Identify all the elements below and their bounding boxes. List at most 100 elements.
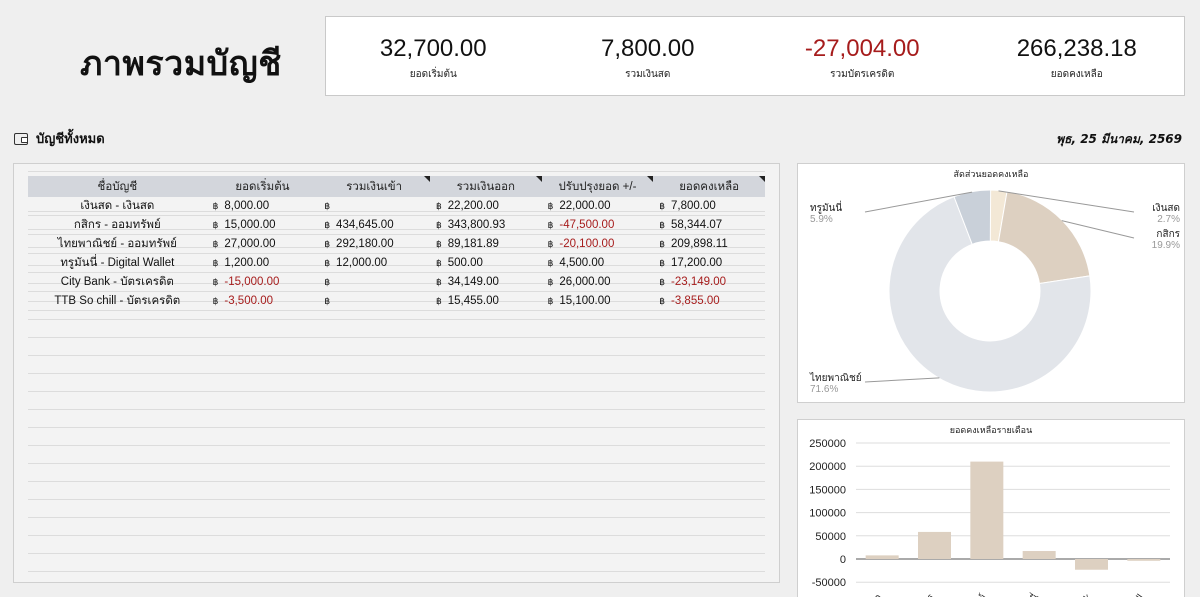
table-row[interactable]: City Bank - บัตรเครดิต ฿ -15,000.00 ฿ ฿ 34,14… — [28, 272, 765, 292]
table-row[interactable]: เงินสด - เงินสด ฿ 8,000.00 ฿ ฿ 22,200.00 ฿ 22,0… — [28, 197, 765, 216]
cell-initial[interactable]: ฿ 8,000.00 — [206, 197, 319, 216]
bar[interactable] — [970, 461, 1004, 559]
currency-symbol: ฿ — [659, 296, 666, 306]
cell-adjustment[interactable]: ฿ 15,100.00 — [541, 291, 654, 311]
cell-value: 26,000.00 — [559, 276, 611, 288]
cell-income[interactable]: ฿ 434,645.00 — [318, 215, 430, 235]
cell-balance[interactable]: ฿ 17,200.00 — [653, 253, 765, 273]
column-header-income[interactable]: รวมเงินเข้า — [318, 176, 430, 197]
cell-adjustment[interactable]: ฿ 26,000.00 — [541, 272, 654, 292]
cell-balance[interactable]: ฿ 7,800.00 — [653, 197, 765, 216]
currency-symbol: ฿ — [659, 201, 666, 211]
cell-account-name[interactable]: ทรูมันนี่ - Digital Wallet — [28, 253, 207, 273]
currency-symbol: ฿ — [659, 258, 666, 268]
cell-expense[interactable]: ฿ 500.00 — [429, 253, 542, 273]
cell-value: 292,180.00 — [336, 238, 394, 250]
cell-initial[interactable]: ฿ -3,500.00 — [206, 291, 319, 311]
currency-symbol: ฿ — [659, 239, 666, 249]
slice-label: ไทยพาณิชย์ — [809, 372, 862, 384]
table-row[interactable]: TTB So chill - บัตรเครดิต ฿ -3,500.00 ฿ ฿ 15,… — [28, 291, 765, 311]
cell-expense[interactable]: ฿ 15,455.00 — [429, 291, 542, 311]
cell-account-name[interactable]: TTB So chill - บัตรเครดิต — [28, 291, 207, 311]
summary-initial-balance: 32,700.00 ยอดเริ่มต้น — [326, 17, 541, 95]
x-tick-label: มันนี่ — [1019, 591, 1042, 597]
cell-initial[interactable]: ฿ -15,000.00 — [206, 272, 319, 292]
cell-adjustment[interactable]: ฿ 4,500.00 — [541, 253, 654, 273]
section-title: บัญชีทั้งหมด — [36, 132, 105, 147]
cell-value: 27,000.00 — [224, 238, 276, 250]
cell-adjustment[interactable]: ฿ 22,000.00 — [541, 197, 654, 216]
cell-value: 434,645.00 — [336, 219, 394, 231]
cell-initial[interactable]: ฿ 1,200.00 — [206, 253, 319, 273]
table-row[interactable]: กสิกร - ออมทรัพย์ ฿ 15,000.00 ฿ 434,645.00 ฿ 3… — [28, 215, 765, 235]
pie-slice[interactable] — [997, 190, 1091, 285]
accounts-table: ชื่อบัญชี ยอดเริ่มต้น รวมเงินเข้า รวมเงิ… — [28, 176, 765, 311]
summary-label: รวมบัตรเครดิต — [830, 69, 895, 80]
cell-value: 58,344.07 — [671, 219, 723, 231]
column-header-balance[interactable]: ยอดคงเหลือ — [653, 176, 765, 197]
column-header-account-name[interactable]: ชื่อบัญชี — [28, 176, 207, 197]
cell-account-name[interactable]: กสิกร - ออมทรัพย์ — [28, 215, 207, 235]
cell-adjustment[interactable]: ฿ -47,500.00 — [541, 215, 654, 235]
cell-expense[interactable]: ฿ 89,181.89 — [429, 234, 542, 254]
bar[interactable] — [1022, 551, 1056, 559]
cell-expense[interactable]: ฿ 22,200.00 — [429, 197, 542, 216]
cell-income[interactable]: ฿ — [318, 291, 430, 311]
currency-symbol: ฿ — [435, 277, 442, 287]
summary-label: รวมเงินสด — [625, 69, 671, 80]
column-header-expense[interactable]: รวมเงินออก — [429, 176, 542, 197]
y-tick-label: 250000 — [809, 438, 846, 450]
cell-value: 34,149.00 — [447, 276, 499, 288]
summary-card: 32,700.00 ยอดเริ่มต้น 7,800.00 รวมเงินสด… — [325, 16, 1185, 96]
bar[interactable] — [865, 555, 899, 559]
summary-label: ยอดเริ่มต้น — [409, 69, 457, 80]
bar[interactable] — [1127, 559, 1161, 561]
accounts-table-panel: ชื่อบัญชี ยอดเริ่มต้น รวมเงินเข้า รวมเงิ… — [13, 163, 780, 583]
chart-title: ยอดคงเหลือรายเดือน — [949, 426, 1033, 436]
bar[interactable] — [918, 531, 951, 559]
currency-symbol: ฿ — [212, 201, 219, 211]
cell-initial[interactable]: ฿ 27,000.00 — [206, 234, 319, 254]
cell-value: 22,200.00 — [447, 200, 499, 212]
cell-balance[interactable]: ฿ -23,149.00 — [653, 272, 765, 292]
donut-chart-svg: เงินสด2.7% กสิกร19.9% ไทยพาณิชย์71.6% ทรูมั… — [809, 189, 1181, 395]
cell-value: 17,200.00 — [671, 257, 723, 269]
column-header-initial[interactable]: ยอดเริ่มต้น — [206, 176, 319, 197]
currency-symbol: ฿ — [435, 296, 442, 306]
cell-income[interactable]: ฿ 12,000.00 — [318, 253, 430, 273]
currency-symbol: ฿ — [212, 258, 219, 268]
cell-expense[interactable]: ฿ 343,800.93 — [429, 215, 542, 235]
cell-balance[interactable]: ฿ 209,898.11 — [653, 234, 765, 254]
cell-expense[interactable]: ฿ 34,149.00 — [429, 272, 542, 292]
summary-label: ยอดคงเหลือ — [1050, 69, 1103, 80]
cell-value: 89,181.89 — [447, 238, 499, 250]
column-header-adjustment[interactable]: ปรับปรุงยอด +/- — [541, 176, 654, 197]
slice-percent: 19.9% — [1152, 240, 1180, 251]
slice-label: กสิกร — [1156, 229, 1180, 240]
cell-income[interactable]: ฿ 292,180.00 — [318, 234, 430, 254]
cell-balance[interactable]: ฿ -3,855.00 — [653, 291, 765, 311]
cell-value: -15,000.00 — [224, 276, 280, 288]
currency-symbol: ฿ — [547, 239, 554, 249]
currency-symbol: ฿ — [212, 239, 219, 249]
summary-value: 32,700.00 — [379, 35, 487, 62]
current-date: พุธ, 25 มีนาคม, 2569 — [1056, 132, 1182, 146]
cell-initial[interactable]: ฿ 15,000.00 — [206, 215, 319, 235]
cell-account-name[interactable]: เงินสด - เงินสด — [28, 197, 207, 216]
currency-symbol: ฿ — [324, 220, 331, 230]
cell-adjustment[interactable]: ฿ -20,100.00 — [541, 234, 654, 254]
cell-income[interactable]: ฿ — [318, 197, 430, 216]
cell-balance[interactable]: ฿ 58,344.07 — [653, 215, 765, 235]
cell-account-name[interactable]: ไทยพาณิชย์ - ออมทรัพย์ — [28, 234, 207, 254]
bar[interactable] — [1075, 559, 1108, 570]
currency-symbol: ฿ — [435, 258, 442, 268]
table-row[interactable]: ทรูมันนี่ - Digital Wallet ฿ 1,200.00 ฿ 12,0… — [28, 253, 765, 273]
leader-line — [864, 377, 940, 383]
cell-income[interactable]: ฿ — [318, 272, 430, 292]
table-row[interactable]: ไทยพาณิชย์ - ออมทรัพย์ ฿ 27,000.00 ฿ 292,180… — [28, 234, 765, 254]
x-tick-label: สิกร — [918, 592, 937, 597]
cell-value: 15,100.00 — [559, 295, 611, 307]
currency-symbol: ฿ — [435, 201, 442, 211]
page-title: ภาพรวมบัญชี — [80, 44, 282, 84]
cell-account-name[interactable]: City Bank - บัตรเครดิต — [28, 272, 207, 292]
